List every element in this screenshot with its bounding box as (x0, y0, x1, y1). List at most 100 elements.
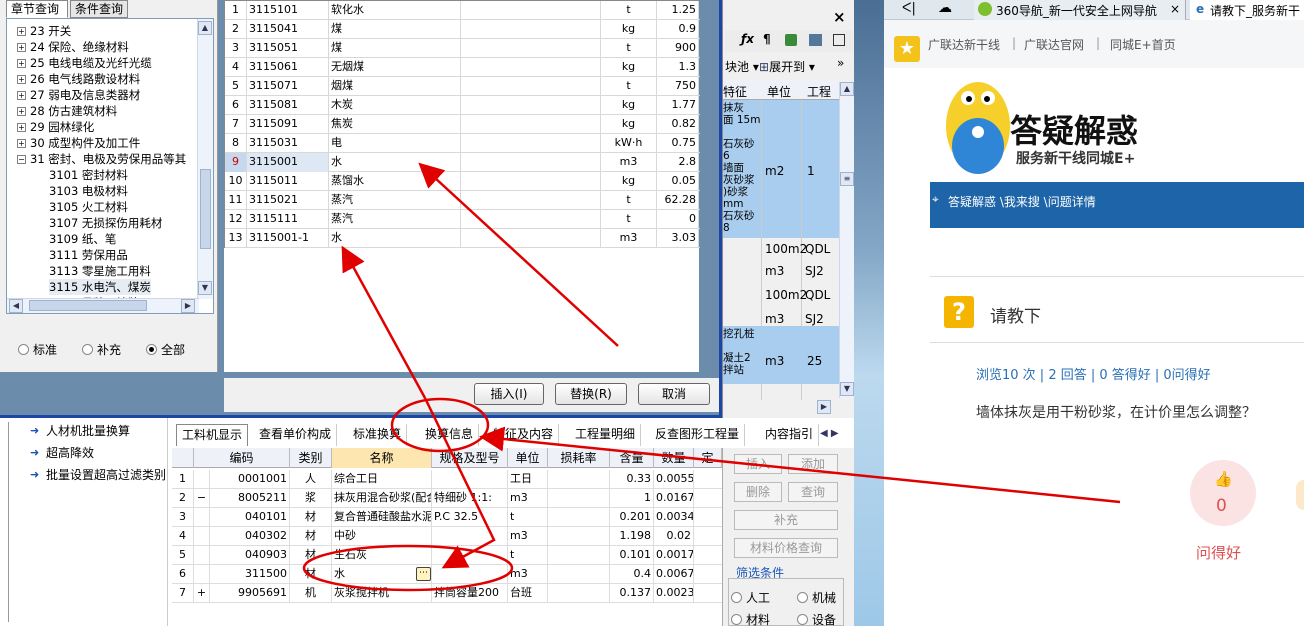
filter-material[interactable]: 材料 (731, 611, 770, 626)
grid-cell-unit: m3 (508, 489, 548, 508)
bookmark-glodon-site[interactable]: 广联达官网 (1024, 36, 1084, 53)
browser-tab-active[interactable]: e 请教下_服务新干 (1190, 0, 1304, 21)
grid-column-header[interactable]: 定 (694, 448, 722, 468)
filter-machine[interactable]: 机械 (797, 589, 836, 606)
like-label[interactable]: 问得好 (1196, 542, 1241, 563)
tab-bottom-7[interactable]: 内容指引 (760, 424, 820, 446)
grid-column-header[interactable]: 含量 (610, 448, 654, 468)
location-pin-icon: ⌖ (932, 192, 939, 206)
breadcrumb[interactable]: 答疑解惑 \我来搜 \问题详情 (948, 193, 1096, 210)
grid-cell-tree[interactable] (194, 508, 210, 527)
grid-cell-type: 材 (290, 565, 332, 584)
tab-bottom-6[interactable]: 反查图形工程量 (650, 424, 746, 446)
scroll-up-icon[interactable]: ▲ (840, 82, 854, 96)
expand-to-button[interactable]: ⊞展开到 ▾ (759, 58, 815, 75)
grid-cell-name: 生石灰 (332, 546, 432, 565)
grid-insert-button[interactable]: 插入 (734, 454, 782, 474)
grid-cell-n: 3 (172, 508, 194, 527)
banner: 答疑解惑 服务新干线同城E+ (930, 68, 1304, 180)
grid-row[interactable]: 3 040101 材复合普通硅酸盐水泥 P.C 32.5 t 0.201 0.0034 (172, 508, 722, 527)
side-button[interactable] (1296, 480, 1304, 510)
close-icon[interactable]: × (833, 8, 849, 26)
tab-bottom-1[interactable]: 查看单价构成 (254, 424, 338, 446)
paragraph-icon[interactable]: ¶ (763, 32, 771, 46)
mid-pool-dropdown[interactable]: 块池 ▾ (725, 58, 759, 75)
tab-bottom-0[interactable]: 工料机显示 (176, 424, 249, 446)
fx-icon[interactable]: ƒx (741, 32, 754, 46)
grid-column-header[interactable]: 损耗率 (548, 448, 610, 468)
tab-close-icon[interactable]: × (1170, 2, 1180, 16)
grid-cell-loss (548, 508, 610, 527)
bookmark-glodon-xgx[interactable]: 广联达新干线 (928, 36, 1000, 53)
grid-cell-tree[interactable]: + (194, 584, 210, 603)
grid-query-button[interactable]: 查询 (788, 482, 838, 502)
table-icon[interactable] (833, 34, 845, 46)
grid-column-header[interactable]: 单位 (508, 448, 548, 468)
nav-batch-filter[interactable]: 批量设置超高过滤类别 (30, 466, 166, 484)
like-button[interactable]: 👍 0 (1190, 460, 1256, 526)
nav-path-bar: ⌖ 答疑解惑 \我来搜 \问题详情 (930, 182, 1304, 228)
grid-column-header[interactable]: 编码 (194, 448, 290, 468)
unit-cell: 100m2 (765, 242, 808, 256)
grid-row[interactable]: 5 040903 材生石灰 t 0.101 0.0017 (172, 546, 722, 565)
mid-vertical-scrollbar[interactable]: ▲ ≡ ▼ (839, 82, 855, 398)
material-price-query-button[interactable]: 材料价格查询 (734, 538, 838, 558)
tab-bottom-5[interactable]: 工程量明细 (570, 424, 642, 446)
grid-row[interactable]: 6 311500 材水 m3 0.4 0.0067 ⋯ (172, 565, 722, 584)
grid-supplement-button[interactable]: 补充 (734, 510, 838, 530)
ellipsis-button-icon[interactable]: ⋯ (416, 567, 431, 581)
grid-icon[interactable] (809, 34, 822, 46)
more-chevron-icon[interactable]: » (837, 56, 844, 70)
grid-cell-unit: t (508, 508, 548, 527)
grid-cell-tree[interactable] (194, 565, 210, 584)
cloud-icon[interactable]: ☁ (938, 0, 952, 16)
tab-bottom-4[interactable]: 特征及内容 (488, 424, 560, 446)
grid-row[interactable]: 4 040302 材中砂 m3 1.198 0.02 (172, 527, 722, 546)
grid-cell-code: 040302 (210, 527, 290, 546)
grid-cell-tree[interactable] (194, 470, 210, 489)
grid-cell-qty: 0.0017 (654, 546, 694, 565)
nav-height-reduction[interactable]: 超高降效 (30, 444, 94, 462)
grid-row[interactable]: 7 +9905691 机灰浆搅拌机 拌筒容量200 台班 0.137 0.0023 (172, 584, 722, 603)
favorite-star-icon[interactable]: ★ (894, 36, 920, 62)
tab-bottom-3[interactable]: 换算信息 (420, 424, 480, 446)
grid-cell-qty: 0.0023 (654, 584, 694, 603)
question-stats[interactable]: 浏览10 次 | 2 回答 | 0 答得好 | 0问得好 (976, 364, 1211, 383)
browser-tab-bar: ᐸ| ☁ 360导航_新一代安全上网导航 × e 请教下_服务新干 (884, 0, 1304, 21)
bottom-tab-bar: 工料机显示 查看单价构成 标准换算 换算信息 特征及内容 工程量明细 反查图形工程量 内容指引 (172, 424, 848, 446)
grid-column-header[interactable]: 类别 (290, 448, 332, 468)
filter-labor[interactable]: 人工 (731, 589, 770, 606)
grid-delete-button[interactable]: 删除 (734, 482, 782, 502)
grid-cell-unit: 台班 (508, 584, 548, 603)
grid-cell-name: 抹灰用混合砂浆(配合 (332, 489, 432, 508)
grid-cell-tree[interactable]: − (194, 489, 210, 508)
tab-bottom-2[interactable]: 标准换算 (348, 424, 408, 446)
grid-row[interactable]: 1 0001001 人综合工日 工日 0.33 0.0055 (172, 470, 722, 489)
bookmark-tongcheng[interactable]: 同城E+首页 (1110, 36, 1176, 53)
grid-cell-tree[interactable] (194, 546, 210, 565)
tab-scroll-icon[interactable]: ◀ ▶ (820, 428, 839, 439)
grid-add-button[interactable]: 添加 (788, 454, 838, 474)
feature-text: 抹灰 面 15m 石灰砂 6 墙面 灰砂浆 )砂浆 mm 石灰砂 8 (723, 102, 761, 234)
grid-cell-tree[interactable] (194, 527, 210, 546)
green-block-icon[interactable] (785, 34, 797, 46)
grid-cell-loss (548, 470, 610, 489)
grid-column-header[interactable]: 规格及型号 (432, 448, 508, 468)
grid-row[interactable]: 2−8005211 浆抹灰用混合砂浆(配合 特细砂 1:1: m3 1 0.0167 (172, 489, 722, 508)
grid-column-header[interactable]: 名称 (332, 448, 432, 468)
unit-cell: m2 (765, 164, 785, 178)
scroll-right-icon[interactable]: ▶ (817, 400, 831, 414)
browser-tab-360[interactable]: 360导航_新一代安全上网导航 × (974, 0, 1186, 20)
grid-cell-qty: 0.0055 (654, 470, 694, 489)
resource-grid-header: 编码 类别 名称 规格及型号 单位 损耗率 含量 数量定 (172, 448, 722, 468)
grid-column-header[interactable] (172, 448, 194, 468)
scroll-down-icon[interactable]: ▼ (840, 382, 854, 396)
grid-column-header[interactable]: 数量 (654, 448, 694, 468)
filter-equipment[interactable]: 设备 (797, 611, 836, 626)
nav-batch-convert[interactable]: 人材机批量换算 (30, 422, 130, 440)
back-icon[interactable]: ᐸ| (902, 1, 916, 16)
scroll-thumb-icon[interactable]: ≡ (840, 172, 854, 186)
question-title: 请教下 (990, 307, 1041, 327)
filter-box: 人工 机械 材料 设备 (728, 578, 844, 626)
mid-header: 特征 单位 工程 (723, 80, 839, 100)
